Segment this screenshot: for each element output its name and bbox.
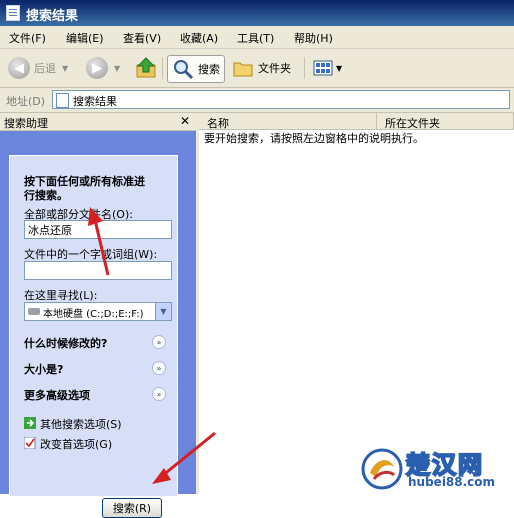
site-watermark: 楚汉网 hubei88.com (360, 443, 514, 494)
brand-logo-icon (361, 448, 403, 490)
annotation-arrow-to-filename (88, 207, 110, 276)
annotation-arrow-to-search-button (152, 431, 216, 484)
annotation-arrows (88, 207, 216, 484)
search-button[interactable]: 搜索(R) (102, 498, 162, 518)
watermark-url: hubei88.com (408, 475, 496, 489)
